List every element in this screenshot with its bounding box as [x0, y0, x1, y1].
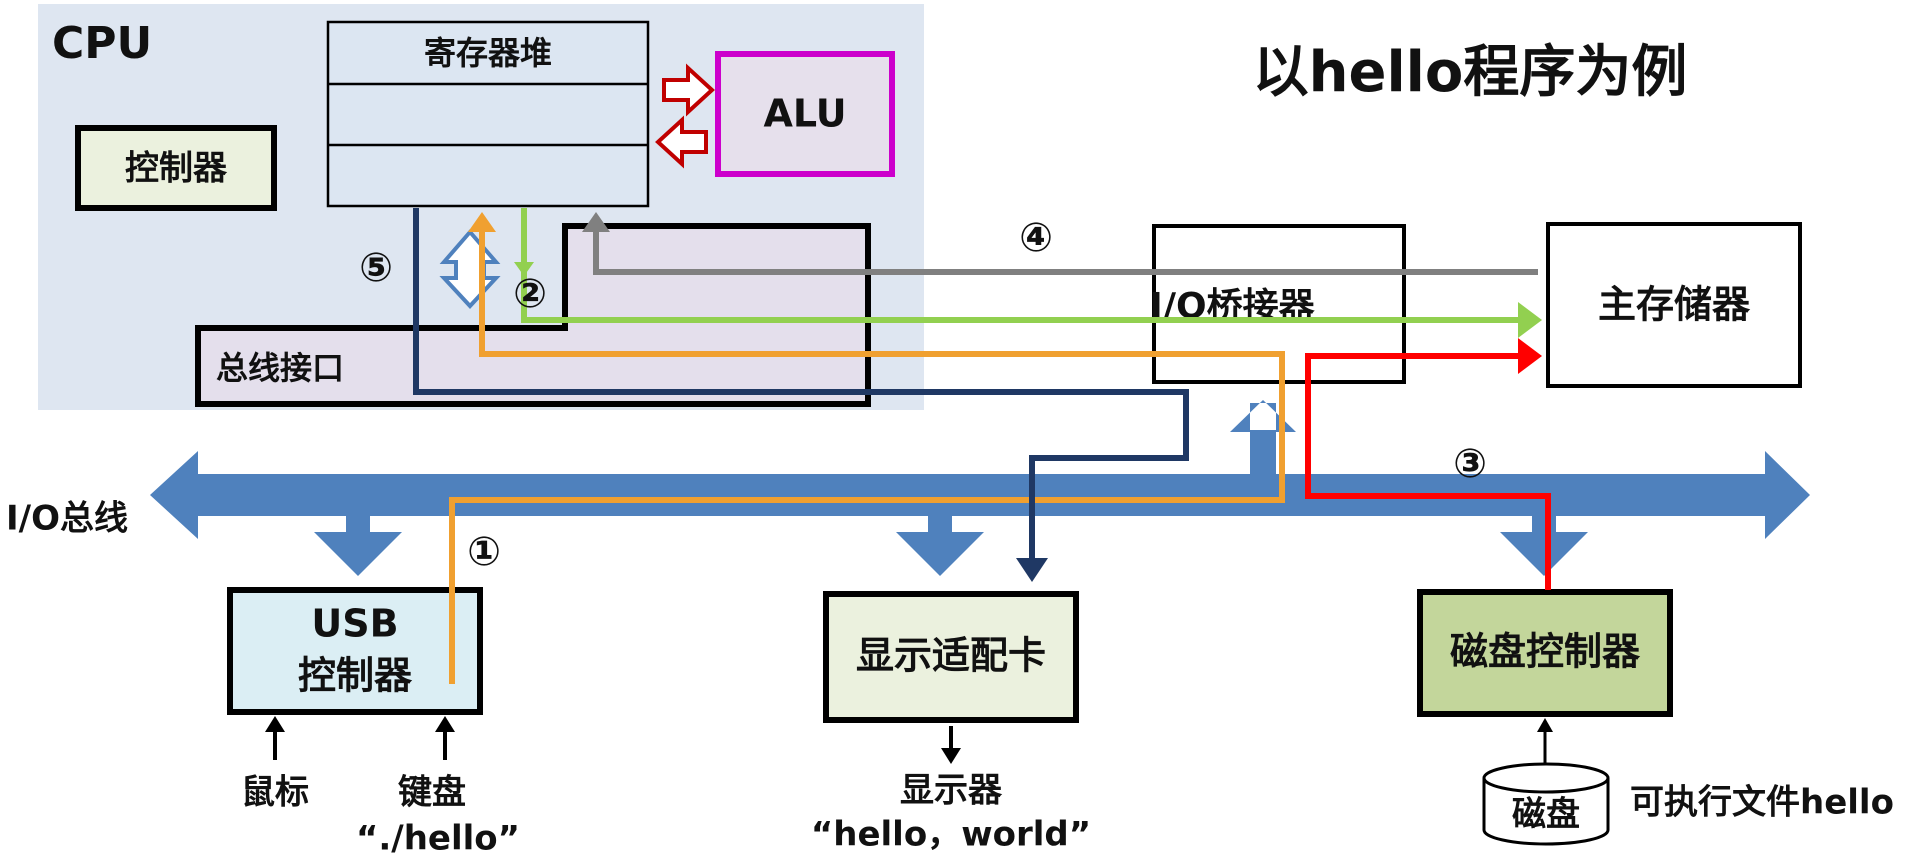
- step-2-label: ②: [513, 271, 547, 317]
- disk-arrow-head-up: [1537, 718, 1553, 732]
- step-3-arrow-head: [1518, 338, 1542, 374]
- step-5-arrow-head: [1016, 558, 1048, 582]
- keyboard-input-label: “./hello”: [356, 819, 520, 859]
- hello-program-diagram: CPU 控制器 寄存器堆 ALU 总线接口 I/O桥接器 主存储器 以hello…: [6, 4, 1894, 859]
- bus-interface-label: 总线接口: [216, 349, 344, 387]
- disk-controller-label: 磁盘控制器: [1450, 630, 1641, 674]
- io-bus-label: I/O总线: [6, 499, 128, 539]
- step-5-label: ⑤: [359, 245, 393, 291]
- step-2-arrow-head: [1518, 302, 1542, 338]
- cpu-label: CPU: [52, 18, 152, 69]
- bus-to-bridge-arrow: [1230, 400, 1296, 432]
- usb-controller-label-2: 控制器: [298, 654, 413, 698]
- display-arrow-head: [941, 748, 961, 764]
- mouse-arrow-head: [265, 716, 285, 732]
- io-bus-arrow: [150, 451, 1810, 539]
- keyboard-label: 键盘: [398, 773, 466, 813]
- controller-label: 控制器: [125, 149, 228, 189]
- step-4-label: ④: [1019, 215, 1053, 261]
- diagram-title: 以hello程序为例: [1253, 40, 1688, 105]
- step-3-path: [1305, 353, 1551, 590]
- step-3-label: ③: [1453, 441, 1487, 487]
- mouse-label: 鼠标: [241, 773, 309, 813]
- alu-label: ALU: [763, 92, 846, 136]
- graphics-adapter-label: 显示适配卡: [856, 634, 1046, 678]
- bus-to-disk-controller-arrow: [1500, 514, 1588, 576]
- main-memory-label: 主存储器: [1598, 283, 1751, 327]
- usb-controller-label-1: USB: [311, 602, 398, 646]
- executable-label: 可执行文件hello: [1630, 783, 1894, 823]
- register-file-label: 寄存器堆: [424, 34, 552, 72]
- bus-to-usb-arrow: [314, 514, 402, 576]
- disk-label: 磁盘: [1512, 795, 1580, 835]
- step-1-label: ①: [467, 529, 501, 575]
- diagram-stage: CPU 控制器 寄存器堆 ALU 总线接口 I/O桥接器 主存储器 以hello…: [0, 0, 1913, 866]
- display-label: 显示器: [900, 771, 1003, 811]
- display-output-label: “hello，world”: [811, 815, 1091, 855]
- bridge-bus-connector: [1250, 430, 1276, 478]
- bus-to-graphics-arrow: [896, 514, 984, 576]
- keyboard-arrow-head: [435, 716, 455, 732]
